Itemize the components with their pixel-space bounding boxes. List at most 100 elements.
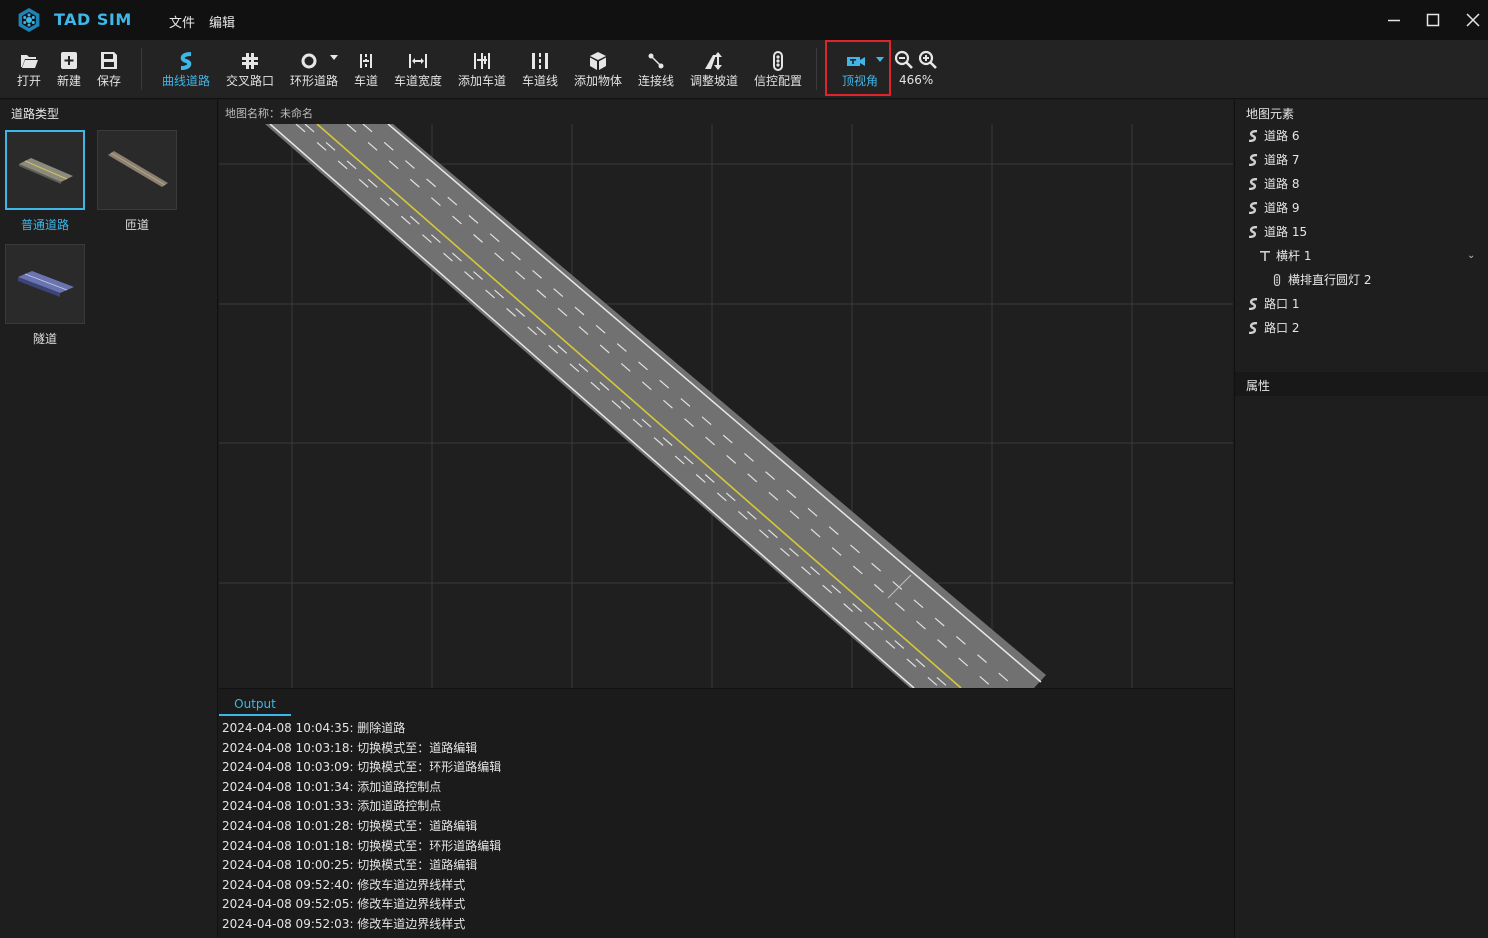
zoom-level: 466% xyxy=(899,73,934,87)
tree-item-label: 横杆 1 xyxy=(1276,249,1312,263)
output-tab[interactable]: Output xyxy=(219,694,291,716)
roundabout-icon xyxy=(301,53,317,69)
map-elements-title: 地图元素 xyxy=(1246,107,1295,121)
road-type-panel: 道路类型 普通道路 匝道 隧道 xyxy=(0,100,218,938)
map-canvas[interactable]: 地图名称：未命名 xyxy=(219,100,1233,688)
junction-button[interactable]: 交叉路口 xyxy=(222,40,278,98)
lane-line-icon xyxy=(532,53,548,69)
tree-item-label: 道路 6 xyxy=(1264,129,1300,143)
road-icon xyxy=(1248,202,1258,214)
new-button[interactable]: 新建 xyxy=(51,40,87,98)
menu-edit[interactable]: 编辑 xyxy=(209,12,235,31)
toolbar: 打开 新建 保存 曲线道路 交叉路口 环形道路 车道 车道宽度 添加车道 车道线… xyxy=(0,40,1488,99)
lane-line-button[interactable]: 车道线 xyxy=(518,40,562,98)
road-card-tunnel-label: 隧道 xyxy=(32,332,57,346)
tree-item-label: 路口 2 xyxy=(1264,321,1300,335)
road-icon xyxy=(1248,178,1258,190)
save-icon xyxy=(101,52,117,69)
road-icon xyxy=(1248,226,1258,238)
log-line: 2024-04-08 10:03:09: 切换模式至：环形道路编辑 xyxy=(222,760,502,775)
log-line: 2024-04-08 09:52:40: 修改车道边界线样式 xyxy=(222,877,466,892)
log-line: 2024-04-08 10:00:25: 切换模式至：道路编辑 xyxy=(222,858,478,873)
log-line: 2024-04-08 10:01:28: 切换模式至：道路编辑 xyxy=(222,818,478,833)
lane-line-label: 车道线 xyxy=(521,74,558,88)
lane-width-button[interactable]: 车道宽度 xyxy=(390,40,446,98)
junction-icon xyxy=(242,53,258,69)
toolbar-separator xyxy=(816,48,817,90)
signal-config-label: 信控配置 xyxy=(753,74,802,88)
zoom-out-icon[interactable] xyxy=(894,50,914,70)
lane-width-label: 车道宽度 xyxy=(393,74,442,88)
log-line: 2024-04-08 10:01:34: 添加道路控制点 xyxy=(222,779,442,794)
road-segment xyxy=(265,124,1046,688)
close-icon[interactable] xyxy=(1461,8,1485,32)
folder-open-icon xyxy=(21,55,38,68)
roundabout-button[interactable]: 环形道路 xyxy=(286,40,342,98)
minimize-icon[interactable] xyxy=(1382,8,1406,32)
tree-item-junction-2[interactable]: 路口 2 xyxy=(1235,316,1488,340)
tree-item-label: 道路 9 xyxy=(1264,201,1300,215)
tree-item-junction-1[interactable]: 路口 1 xyxy=(1235,292,1488,316)
log-list: 2024-04-08 10:04:35: 删除道路 2024-04-08 10:… xyxy=(222,719,1222,935)
add-lane-button[interactable]: 添加车道 xyxy=(454,40,510,98)
cube-icon xyxy=(590,52,606,70)
menu-file[interactable]: 文件 xyxy=(169,12,195,31)
tree-item-road-6[interactable]: 道路 6 xyxy=(1235,124,1488,148)
save-button[interactable]: 保存 xyxy=(91,40,127,98)
log-line: 2024-04-08 09:52:03: 修改车道边界线样式 xyxy=(222,916,466,931)
traffic-light-icon xyxy=(1273,274,1281,286)
map-name: 地图名称：未命名 xyxy=(225,107,313,120)
tree-item-pole-1[interactable]: 横杆 1 ⌄ xyxy=(1235,244,1488,268)
tree-item-label: 道路 8 xyxy=(1264,177,1300,191)
road-card-ramp[interactable] xyxy=(97,130,177,210)
open-label: 打开 xyxy=(16,74,41,88)
log-line: 2024-04-08 10:01:33: 添加道路控制点 xyxy=(222,799,442,814)
normal-road-thumbnail xyxy=(19,158,73,184)
road-icon xyxy=(1248,130,1258,142)
chevron-down-icon[interactable]: ⌄ xyxy=(1467,244,1475,268)
tree-item-label: 路口 1 xyxy=(1264,297,1300,311)
adjust-slope-button[interactable]: 调整坡道 xyxy=(686,40,742,98)
road-viewport[interactable] xyxy=(219,124,1233,688)
new-file-icon xyxy=(61,52,77,69)
title-bar: TAD SIM 文件 编辑 xyxy=(0,0,1488,40)
new-label: 新建 xyxy=(56,74,81,88)
add-object-button[interactable]: 添加物体 xyxy=(570,40,626,98)
road-icon xyxy=(1248,322,1258,334)
open-button[interactable]: 打开 xyxy=(11,40,47,98)
toolbar-separator xyxy=(141,48,142,90)
curve-road-label: 曲线道路 xyxy=(161,74,210,88)
tree-item-label: 横排直行圆灯 2 xyxy=(1288,273,1372,287)
log-line: 2024-04-08 10:01:18: 切换模式至：环形道路编辑 xyxy=(222,838,502,853)
lane-label: 车道 xyxy=(353,74,378,88)
connect-line-label: 连接线 xyxy=(637,74,674,88)
road-card-normal[interactable] xyxy=(5,130,85,210)
tree-item-road-9[interactable]: 道路 9 xyxy=(1235,196,1488,220)
tree-item-road-8[interactable]: 道路 8 xyxy=(1235,172,1488,196)
tree-item-label: 道路 7 xyxy=(1264,153,1300,167)
lane-button[interactable]: 车道 xyxy=(350,40,382,98)
app-title: TAD SIM xyxy=(54,10,132,29)
tree-item-road-7[interactable]: 道路 7 xyxy=(1235,148,1488,172)
maximize-icon[interactable] xyxy=(1421,8,1445,32)
save-label: 保存 xyxy=(96,74,121,88)
chevron-down-icon[interactable] xyxy=(330,55,338,61)
log-line: 2024-04-08 09:52:05: 修改车道边界线样式 xyxy=(222,897,466,912)
traffic-light-icon xyxy=(773,51,783,71)
add-object-label: 添加物体 xyxy=(573,74,622,88)
curve-road-icon xyxy=(180,52,192,70)
ramp-thumbnail xyxy=(108,151,168,187)
road-card-tunnel[interactable] xyxy=(5,244,85,324)
app-logo-icon xyxy=(18,8,40,32)
curve-road-button[interactable]: 曲线道路 xyxy=(158,40,214,98)
junction-label: 交叉路口 xyxy=(225,74,274,88)
road-card-normal-label: 普通道路 xyxy=(20,218,69,232)
tree-item-traffic-light-2[interactable]: 横排直行圆灯 2 xyxy=(1235,268,1488,292)
signal-config-button[interactable]: 信控配置 xyxy=(750,40,806,98)
add-lane-label: 添加车道 xyxy=(457,74,506,88)
zoom-in-icon[interactable] xyxy=(918,50,938,70)
log-line: 2024-04-08 10:04:35: 删除道路 xyxy=(222,721,406,735)
tree-item-road-15[interactable]: 道路 15 xyxy=(1235,220,1488,244)
properties-title: 属性 xyxy=(1235,372,1488,396)
connect-line-button[interactable]: 连接线 xyxy=(634,40,678,98)
